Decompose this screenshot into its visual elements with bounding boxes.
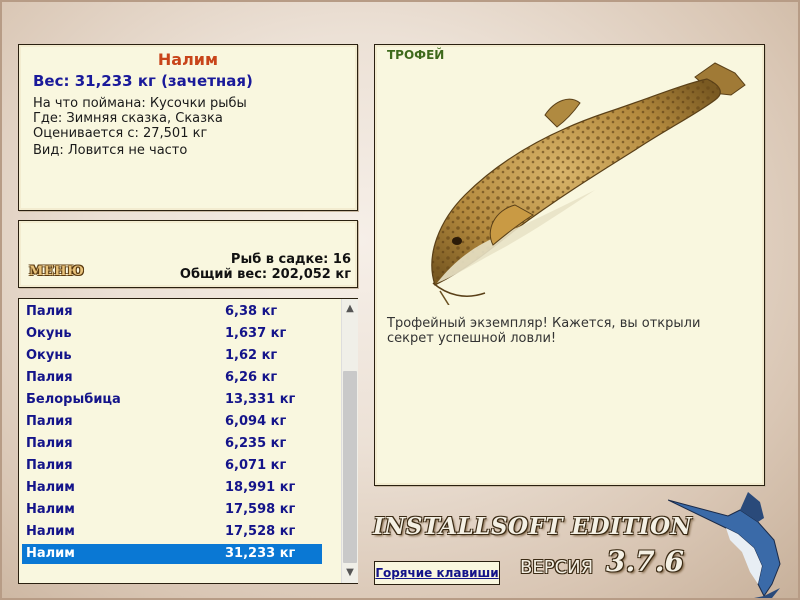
catch-list-item[interactable]: Налим 17,528 кг: [22, 522, 322, 542]
catch-fish-weight: 17,528 кг: [225, 524, 296, 539]
catch-fish-weight: 1,637 кг: [225, 326, 287, 341]
catch-fish-name: Белорыбица: [26, 392, 121, 407]
scroll-up-icon[interactable]: ▲: [342, 301, 358, 317]
catch-fish-name: Налим: [26, 546, 75, 561]
scroll-down-icon[interactable]: ▼: [342, 565, 358, 581]
catch-list[interactable]: Палия 6,38 кг Окунь 1,637 кг Окунь 1,62 кг Пал…: [18, 298, 358, 584]
catch-fish-name: Окунь: [26, 348, 72, 363]
catch-list-item[interactable]: Налим 31,233 кг: [22, 544, 322, 564]
menu-button[interactable]: МЕНЮ: [29, 264, 84, 279]
trophy-panel: ТРОФЕЙ Трофейный экземпляр! Кажется, вы: [374, 44, 765, 486]
catch-fish-weight: 6,094 кг: [225, 414, 287, 429]
catch-list-item[interactable]: Налим 18,991 кг: [22, 478, 322, 498]
catch-list-item[interactable]: Палия 6,094 кг: [22, 412, 322, 432]
scrollbar[interactable]: ▲ ▼: [341, 299, 358, 583]
trophy-description: Трофейный экземпляр! Кажется, вы открыли…: [387, 316, 701, 346]
catch-fish-weight: 6,071 кг: [225, 458, 287, 473]
keepnet-summary-panel: МЕНЮ Рыб в садке: 16 Общий вес: 202,052 …: [18, 220, 358, 288]
catch-fish-name: Палия: [26, 304, 73, 319]
catch-list-item[interactable]: Окунь 1,62 кг: [22, 346, 322, 366]
fish-info-panel: Налим Вес: 31,233 кг (зачетная) На что п…: [18, 44, 358, 211]
catch-list-item[interactable]: Налим 17,598 кг: [22, 500, 322, 520]
fish-kind: Вид: Ловится не часто: [33, 143, 188, 158]
version-label: ВЕРСИЯ: [520, 557, 594, 578]
catch-fish-name: Окунь: [26, 326, 72, 341]
catch-fish-name: Палия: [26, 436, 73, 451]
catch-fish-weight: 1,62 кг: [225, 348, 278, 363]
fish-place: Где: Зимняя сказка, Сказка: [33, 111, 223, 126]
fish-bait: На что поймана: Кусочки рыбы: [33, 96, 247, 111]
catch-list-item[interactable]: Окунь 1,637 кг: [22, 324, 322, 344]
fish-count: Рыб в садке: 16: [230, 252, 351, 267]
brand-logo-text: INSTALLSOFT EDITION: [373, 513, 693, 540]
catch-fish-name: Налим: [26, 524, 75, 539]
catch-fish-name: Налим: [26, 502, 75, 517]
catch-fish-weight: 6,38 кг: [225, 304, 278, 319]
fish-rated: Оценивается с: 27,501 кг: [33, 126, 208, 141]
catch-fish-name: Палия: [26, 370, 73, 385]
catch-list-item[interactable]: Палия 6,071 кг: [22, 456, 322, 476]
catch-fish-name: Налим: [26, 480, 75, 495]
catch-list-item[interactable]: Палия 6,26 кг: [22, 368, 322, 388]
catch-fish-weight: 6,235 кг: [225, 436, 287, 451]
catch-fish-weight: 31,233 кг: [225, 546, 296, 561]
burbot-fish-image: [431, 62, 746, 305]
marlin-logo-icon: [668, 492, 781, 598]
catch-list-item[interactable]: Белорыбица 13,331 кг: [22, 390, 322, 410]
catch-fish-weight: 13,331 кг: [225, 392, 296, 407]
fish-weight: Вес: 31,233 кг (зачетная): [33, 72, 253, 90]
fish-title: Налим: [157, 50, 219, 69]
hotkeys-button[interactable]: Горячие клавиши: [374, 561, 500, 585]
catch-list-item[interactable]: Палия 6,38 кг: [22, 302, 322, 322]
catch-fish-weight: 6,26 кг: [225, 370, 278, 385]
catch-fish-name: Палия: [26, 458, 73, 473]
catch-fish-weight: 18,991 кг: [225, 480, 296, 495]
total-weight: Общий вес: 202,052 кг: [179, 267, 351, 282]
scroll-thumb[interactable]: [343, 371, 357, 563]
catch-list-item[interactable]: Палия 6,235 кг: [22, 434, 322, 454]
catch-fish-weight: 17,598 кг: [225, 502, 296, 517]
catch-fish-name: Палия: [26, 414, 73, 429]
